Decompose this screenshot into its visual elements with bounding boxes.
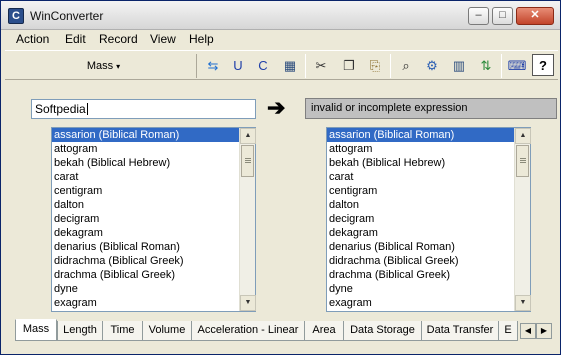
from-value-text: Softpedia bbox=[35, 102, 86, 116]
from-unit-items: assarion (Biblical Roman) attogram bekah (… bbox=[52, 128, 239, 311]
list-item[interactable]: assarion (Biblical Roman) bbox=[52, 128, 239, 142]
list-item[interactable]: dekagram bbox=[52, 226, 239, 240]
grip-line bbox=[245, 158, 251, 159]
grip-line bbox=[245, 160, 251, 161]
scroll-up-button[interactable]: ▲ bbox=[515, 128, 531, 144]
list-item[interactable]: exagram bbox=[52, 296, 239, 310]
swap-icon[interactable]: ⇆ bbox=[202, 54, 224, 76]
list-item[interactable]: assarion (Biblical Roman) bbox=[327, 128, 514, 142]
to-list-scrollbar[interactable]: ▲ ▼ bbox=[514, 128, 531, 311]
toolbar-separator bbox=[390, 54, 391, 78]
list-item[interactable]: centigram bbox=[52, 184, 239, 198]
list-item[interactable]: attogram bbox=[327, 142, 514, 156]
list-item[interactable]: exagram bbox=[327, 296, 514, 310]
list-item[interactable]: carat bbox=[52, 170, 239, 184]
tab-length[interactable]: Length bbox=[57, 321, 103, 341]
list-item[interactable]: dyne bbox=[327, 282, 514, 296]
app-icon[interactable]: C bbox=[8, 8, 24, 24]
list-item[interactable]: denarius (Biblical Roman) bbox=[52, 240, 239, 254]
tab-scroll-right-button[interactable]: ▶ bbox=[536, 323, 552, 339]
tab-data-storage[interactable]: Data Storage bbox=[343, 321, 422, 341]
tab-e[interactable]: E bbox=[498, 321, 518, 341]
grip-line bbox=[520, 158, 526, 159]
title-bar[interactable]: C WinConverter – □ ✕ bbox=[1, 1, 560, 30]
list-item[interactable]: dalton bbox=[327, 198, 514, 212]
edit-units-icon[interactable]: U bbox=[227, 54, 249, 76]
list-item[interactable]: attogram bbox=[52, 142, 239, 156]
paste-icon[interactable]: ⎘ bbox=[364, 54, 386, 76]
grip-line bbox=[520, 162, 526, 163]
find-icon[interactable]: ⌕ bbox=[395, 54, 417, 76]
result-field: invalid or incomplete expression bbox=[305, 98, 557, 119]
grip-line bbox=[245, 162, 251, 163]
scroll-up-button[interactable]: ▲ bbox=[240, 128, 256, 144]
help-icon[interactable]: ? bbox=[532, 54, 554, 76]
toolbar-separator bbox=[501, 54, 502, 78]
sort-az-icon[interactable]: ⇅ bbox=[475, 54, 497, 76]
tab-volume[interactable]: Volume bbox=[142, 321, 192, 341]
menu-action[interactable]: Action bbox=[16, 32, 49, 46]
arrow-right-icon: ➔ bbox=[267, 95, 286, 120]
menu-bar: Action Edit Record View Help bbox=[1, 30, 560, 48]
settings-icon[interactable]: ⚙ bbox=[421, 54, 443, 76]
list-item[interactable]: carat bbox=[327, 170, 514, 184]
from-list-scrollbar[interactable]: ▲ ▼ bbox=[239, 128, 256, 311]
copy-icon[interactable]: ❐ bbox=[338, 54, 360, 76]
tab-data-transfer[interactable]: Data Transfer bbox=[421, 321, 499, 341]
list-item[interactable]: decigram bbox=[52, 212, 239, 226]
window-title: WinConverter bbox=[30, 9, 104, 23]
grip-line bbox=[520, 160, 526, 161]
category-dropdown[interactable]: Mass ▾ bbox=[11, 54, 197, 78]
cut-icon[interactable]: ✂ bbox=[310, 54, 332, 76]
menu-help[interactable]: Help bbox=[189, 32, 214, 46]
app-window: C WinConverter – □ ✕ Action Edit Record … bbox=[0, 0, 561, 355]
menu-edit[interactable]: Edit bbox=[65, 32, 86, 46]
maximize-button[interactable]: □ bbox=[492, 7, 513, 25]
to-unit-list[interactable]: assarion (Biblical Roman) attogram bekah (… bbox=[326, 127, 531, 312]
scroll-down-button[interactable]: ▼ bbox=[515, 295, 531, 311]
list-item[interactable]: drachma (Biblical Greek) bbox=[52, 268, 239, 282]
list-item[interactable]: bekah (Biblical Hebrew) bbox=[52, 156, 239, 170]
category-label: Mass bbox=[86, 60, 114, 72]
tab-scroll-left-button[interactable]: ◀ bbox=[520, 323, 536, 339]
edit-convert-icon[interactable]: C bbox=[252, 54, 274, 76]
toolbar-separator bbox=[305, 54, 306, 78]
list-item[interactable]: denarius (Biblical Roman) bbox=[327, 240, 514, 254]
scroll-thumb[interactable] bbox=[241, 145, 254, 177]
list-item[interactable]: bekah (Biblical Hebrew) bbox=[327, 156, 514, 170]
list-item[interactable]: decigram bbox=[327, 212, 514, 226]
columns-icon[interactable]: ▥ bbox=[448, 54, 470, 76]
toolbar: Mass ▾ ⇆ U C ▦ ✂ ❐ ⎘ ⌕ ⚙ ▥ ⇅ ⌨ ? bbox=[5, 50, 558, 80]
text-cursor bbox=[86, 103, 88, 115]
list-item[interactable]: drachma (Biblical Greek) bbox=[327, 268, 514, 282]
to-unit-items: assarion (Biblical Roman) attogram bekah (… bbox=[327, 128, 514, 311]
keyboard-icon[interactable]: ⌨ bbox=[506, 54, 528, 76]
from-value-input[interactable]: Softpedia bbox=[31, 99, 256, 119]
list-item[interactable]: dekagram bbox=[327, 226, 514, 240]
tab-mass[interactable]: Mass bbox=[15, 319, 57, 341]
category-tabs: Mass Length Time Volume Acceleration - L… bbox=[1, 319, 560, 343]
tab-area[interactable]: Area bbox=[304, 321, 344, 341]
list-item[interactable]: dalton bbox=[52, 198, 239, 212]
tab-acceleration-linear[interactable]: Acceleration - Linear bbox=[191, 321, 305, 341]
table-icon[interactable]: ▦ bbox=[279, 54, 301, 76]
list-item[interactable]: didrachma (Biblical Greek) bbox=[52, 254, 239, 268]
close-button[interactable]: ✕ bbox=[516, 7, 554, 25]
scroll-thumb[interactable] bbox=[516, 145, 529, 177]
menu-view[interactable]: View bbox=[150, 32, 176, 46]
list-item[interactable]: didrachma (Biblical Greek) bbox=[327, 254, 514, 268]
minimize-button[interactable]: – bbox=[468, 7, 489, 25]
chevron-down-icon: ▾ bbox=[116, 62, 121, 71]
list-item[interactable]: dyne bbox=[52, 282, 239, 296]
tab-time[interactable]: Time bbox=[102, 321, 143, 341]
from-unit-list[interactable]: assarion (Biblical Roman) attogram bekah (… bbox=[51, 127, 256, 312]
scroll-down-button[interactable]: ▼ bbox=[240, 295, 256, 311]
list-item[interactable]: centigram bbox=[327, 184, 514, 198]
menu-record[interactable]: Record bbox=[99, 32, 138, 46]
